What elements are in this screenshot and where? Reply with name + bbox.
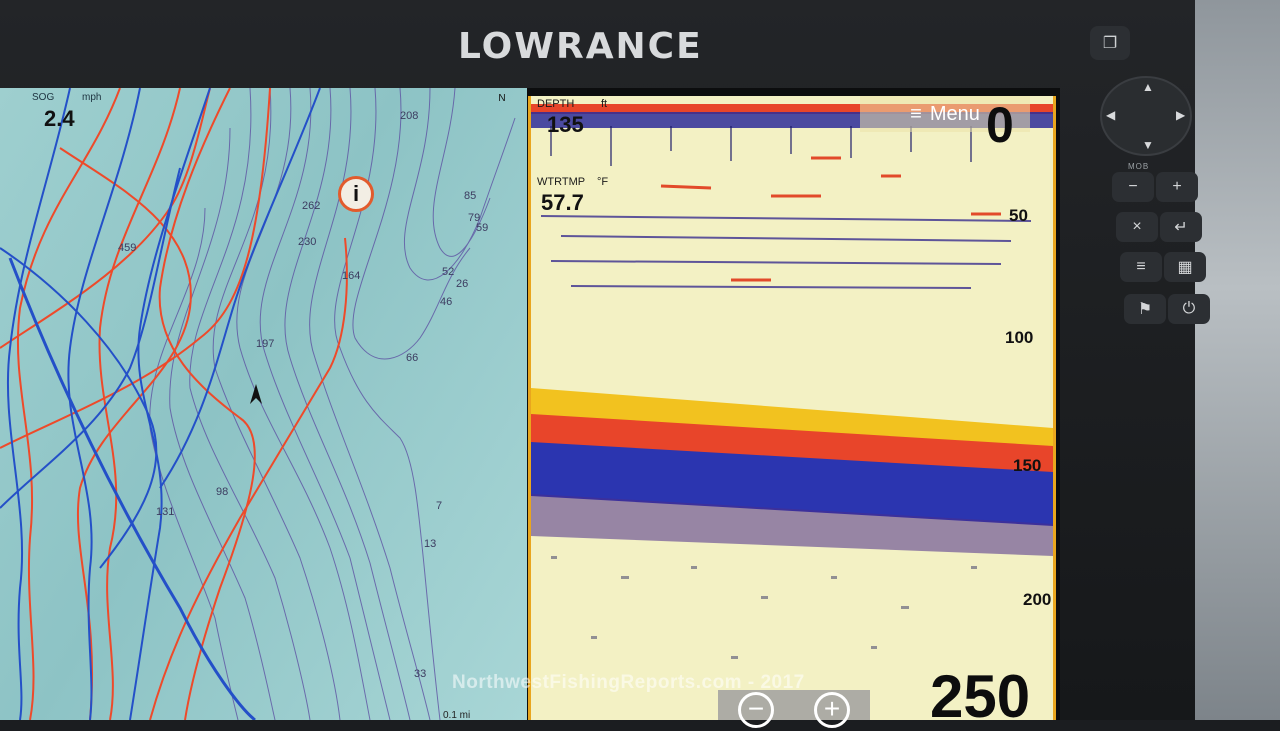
range-top: 0 xyxy=(986,97,1014,153)
zoom-in-button[interactable]: + xyxy=(814,692,850,728)
zoom-out-button[interactable]: − xyxy=(738,692,774,728)
depth-26: 26 xyxy=(456,278,469,290)
sog-value: 2.4 xyxy=(44,106,75,131)
depth-52: 52 xyxy=(442,266,455,278)
power-key[interactable]: ⏻ xyxy=(1168,294,1210,324)
depth-tick-50: 50 xyxy=(1009,206,1028,225)
pages-key[interactable]: ▦ xyxy=(1164,252,1206,282)
sonar-pane[interactable]: DEPTH ft 135 WTRTMP °F 57.7 50 100 150 2… xyxy=(528,96,1056,720)
menu-key[interactable]: ≡ xyxy=(1120,252,1162,282)
menu-icon: ≡ xyxy=(910,102,922,125)
depth-7: 7 xyxy=(436,500,443,512)
depth-tick-150: 150 xyxy=(1013,456,1042,475)
direction-pad[interactable]: ▲ ▼ ◀ ▶ xyxy=(1100,76,1192,156)
depth-459: 459 xyxy=(118,242,137,254)
background-wall xyxy=(1195,0,1280,720)
depth-262: 262 xyxy=(302,200,321,212)
depth-164: 164 xyxy=(342,270,361,282)
depth-33: 33 xyxy=(414,668,427,680)
depth-label: DEPTH xyxy=(537,98,575,110)
water-temp-value: 57.7 xyxy=(541,190,584,215)
arrow-right-icon[interactable]: ▶ xyxy=(1176,108,1185,122)
zoom-in-key[interactable]: + xyxy=(1156,172,1198,202)
north-indicator-icon[interactable]: N xyxy=(496,94,508,104)
mob-label: MOB xyxy=(1128,162,1150,171)
sog-label: SOG xyxy=(32,92,55,103)
depth-tick-200: 200 xyxy=(1023,590,1052,609)
depth-tick-100: 100 xyxy=(1005,328,1034,347)
chart-contours xyxy=(0,88,516,720)
zoom-controls: − + xyxy=(718,690,870,728)
arrow-left-icon[interactable]: ◀ xyxy=(1106,108,1115,122)
sog-unit: mph xyxy=(82,92,102,103)
vessel-icon xyxy=(250,384,262,404)
chart-pane[interactable]: SOG mph 2.4 208 262 230 459 164 197 85 7… xyxy=(0,88,527,720)
depth-59: 59 xyxy=(476,222,489,234)
sonar-echo xyxy=(531,104,1053,659)
info-icon[interactable]: i xyxy=(338,176,374,212)
depth-value: 135 xyxy=(547,112,584,137)
depth-98: 98 xyxy=(216,486,229,498)
waypoint-key[interactable]: ⚑ xyxy=(1124,294,1166,324)
enter-key[interactable]: ↵ xyxy=(1160,212,1202,242)
depth-197: 197 xyxy=(256,338,275,350)
depth-85: 85 xyxy=(464,190,477,202)
depth-46: 46 xyxy=(440,296,453,308)
water-temp-label: WTRTMP xyxy=(537,176,586,188)
arrow-down-icon[interactable]: ▼ xyxy=(1142,138,1154,152)
chart-scale: 0.1 mi xyxy=(443,710,471,720)
depth-unit: ft xyxy=(601,98,608,110)
depth-131: 131 xyxy=(156,506,175,518)
cancel-key[interactable]: × xyxy=(1116,212,1158,242)
depth-66: 66 xyxy=(406,352,419,364)
menu-label: Menu xyxy=(929,102,980,125)
brand-logo: LOWRANCE xyxy=(458,26,703,67)
depth-208: 208 xyxy=(400,110,419,122)
depth-230: 230 xyxy=(298,236,317,248)
water-temp-unit: °F xyxy=(597,176,609,188)
watermark: NorthwestFishingReports.com - 2017 xyxy=(452,672,805,693)
arrow-up-icon[interactable]: ▲ xyxy=(1142,80,1154,94)
depth-13: 13 xyxy=(424,538,437,550)
range-bottom: 250 xyxy=(930,663,1031,730)
zoom-out-key[interactable]: − xyxy=(1112,172,1154,202)
pages-top-button[interactable]: ❐ xyxy=(1090,26,1130,60)
